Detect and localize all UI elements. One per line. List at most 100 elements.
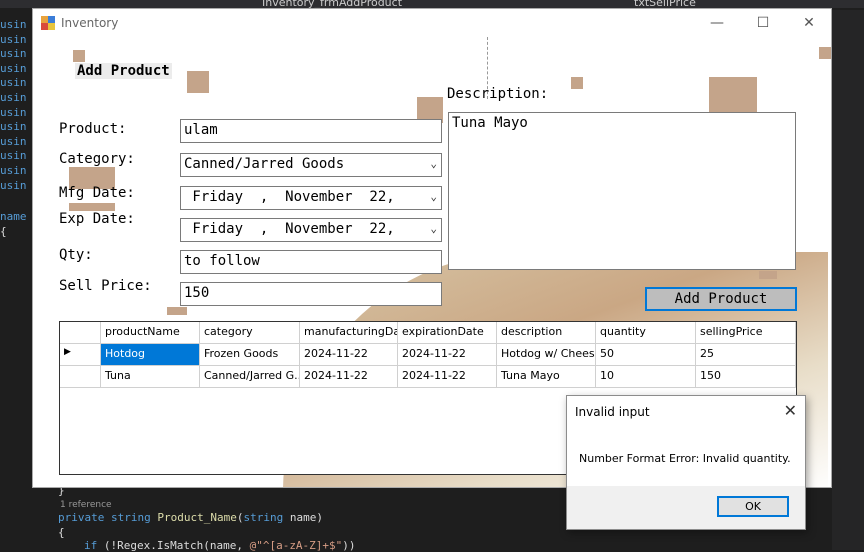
form-heading: Add Product xyxy=(75,63,172,79)
category-select[interactable]: Canned/Jarred Goods ⌄ xyxy=(180,153,442,177)
ide-code-bottom: } 1 reference private string Product_Nam… xyxy=(36,484,566,552)
code-method-name: Product_Name xyxy=(157,511,237,524)
sell-price-label: Sell Price: xyxy=(59,278,152,294)
grid-cell[interactable]: Tuna Mayo xyxy=(497,366,596,388)
code-line: usin xyxy=(0,105,27,119)
exp-date-picker[interactable]: Friday , November 22, ⌄ xyxy=(180,218,442,242)
ide-code-gutter: usin usin usin usin usin usin usin usin … xyxy=(0,18,36,193)
deco-square xyxy=(167,307,187,315)
column-header[interactable]: description xyxy=(497,322,596,344)
category-label: Category: xyxy=(59,151,135,167)
ok-button[interactable]: OK xyxy=(717,496,789,517)
code-line: usin xyxy=(0,134,27,148)
column-header[interactable]: sellingPrice xyxy=(696,322,796,344)
code-method-signature: private string Product_Name(string name) xyxy=(58,511,323,524)
code-line: usin xyxy=(0,178,27,192)
chevron-down-icon[interactable]: ⌄ xyxy=(430,157,437,170)
row-selector-icon[interactable]: ▶ xyxy=(60,344,101,366)
code-keyword: private xyxy=(58,511,105,524)
grid-cell[interactable]: 10 xyxy=(596,366,696,388)
dialog-message: Number Format Error: Invalid quantity. xyxy=(579,452,791,465)
window-title: Inventory xyxy=(61,16,119,30)
qty-label: Qty: xyxy=(59,247,93,263)
exp-date-value: Friday , November 22, xyxy=(184,221,395,237)
minimize-button[interactable]: — xyxy=(705,13,729,33)
column-header[interactable]: manufacturingDate xyxy=(300,322,398,344)
row-selector[interactable] xyxy=(60,366,101,388)
dialog-close-icon[interactable]: ✕ xyxy=(784,401,797,420)
deco-square xyxy=(709,77,757,113)
deco-square xyxy=(759,271,777,279)
grid-cell[interactable]: Hotdog w/ Cheese xyxy=(497,344,596,366)
grid-cell[interactable]: 2024-11-22 xyxy=(300,366,398,388)
app-icon xyxy=(41,16,55,30)
description-textarea[interactable]: Tuna Mayo xyxy=(448,112,796,270)
code-line: usin xyxy=(0,76,27,90)
code-keyword: string xyxy=(243,511,284,524)
product-input[interactable]: ulam xyxy=(180,119,442,143)
grid-cell[interactable]: Tuna xyxy=(101,366,200,388)
maximize-button[interactable]: ☐ xyxy=(751,13,775,33)
code-line: usin xyxy=(0,149,27,163)
code-pattern: @"^[a-zA-Z]+$" xyxy=(249,539,343,552)
table-row[interactable]: Tuna Canned/Jarred G... 2024-11-22 2024-… xyxy=(60,366,796,388)
code-param: name) xyxy=(289,511,323,524)
column-header[interactable]: productName xyxy=(101,322,200,344)
sell-price-input[interactable]: 150 xyxy=(180,282,442,306)
dialog-title: Invalid input xyxy=(575,405,650,419)
table-row[interactable]: ▶ Hotdog Frozen Goods 2024-11-22 2024-11… xyxy=(60,344,796,366)
product-label: Product: xyxy=(59,121,127,137)
column-header[interactable]: expirationDate xyxy=(398,322,497,344)
ide-topbar: Inventory_frmAddProduct txtSellPrice xyxy=(0,0,864,9)
description-label: Description: xyxy=(447,86,549,102)
mfg-date-value: Friday , November 22, xyxy=(184,189,395,205)
grid-cell[interactable]: 25 xyxy=(696,344,796,366)
deco-square xyxy=(819,47,831,59)
qty-input[interactable]: to follow xyxy=(180,250,442,274)
grid-header-row: productName category manufacturingDate e… xyxy=(60,322,796,344)
code-keyword: string xyxy=(110,511,151,524)
code-brace: { xyxy=(0,225,7,238)
grid-cell[interactable]: Frozen Goods xyxy=(200,344,300,366)
exp-date-label: Exp Date: xyxy=(59,211,135,227)
ide-right-panel xyxy=(832,10,864,550)
title-bar[interactable]: Inventory — ☐ ✕ xyxy=(33,9,831,37)
chevron-down-icon[interactable]: ⌄ xyxy=(430,190,437,203)
invalid-input-dialog: Invalid input ✕ Number Format Error: Inv… xyxy=(566,395,806,530)
grid-cell[interactable]: Hotdog xyxy=(101,344,200,366)
code-close: )) xyxy=(342,539,356,552)
mfg-date-label: Mfg Date: xyxy=(59,185,135,201)
code-line: usin xyxy=(0,18,27,31)
grid-cell[interactable]: 2024-11-22 xyxy=(398,366,497,388)
code-line: usin xyxy=(0,32,27,46)
grid-corner xyxy=(60,322,101,344)
chevron-down-icon[interactable]: ⌄ xyxy=(430,222,437,235)
code-if-line: if (!Regex.IsMatch(name, @"^[a-zA-Z]+$")… xyxy=(84,539,356,552)
code-line: usin xyxy=(0,47,27,61)
grid-cell[interactable]: 2024-11-22 xyxy=(398,344,497,366)
category-select-value: Canned/Jarred Goods xyxy=(184,156,345,172)
deco-square xyxy=(187,71,209,93)
grid-cell[interactable]: 50 xyxy=(596,344,696,366)
grid-cell[interactable]: 150 xyxy=(696,366,796,388)
grid-cell[interactable]: Canned/Jarred G... xyxy=(200,366,300,388)
deco-square xyxy=(571,77,583,89)
code-line: usin xyxy=(0,163,27,177)
code-line: usin xyxy=(0,120,27,134)
code-keyword: if xyxy=(84,539,98,552)
add-product-button[interactable]: Add Product xyxy=(645,287,797,311)
column-header[interactable]: category xyxy=(200,322,300,344)
mfg-date-picker[interactable]: Friday , November 22, ⌄ xyxy=(180,186,442,210)
dialog-footer: OK xyxy=(567,486,805,529)
code-line: usin xyxy=(0,90,27,104)
close-button[interactable]: ✕ xyxy=(797,13,821,33)
deco-square xyxy=(73,50,85,62)
column-header[interactable]: quantity xyxy=(596,322,696,344)
code-namespace-keyword: name xyxy=(0,210,27,223)
code-open-brace: { xyxy=(58,526,65,539)
code-line: usin xyxy=(0,61,27,75)
grid-cell[interactable]: 2024-11-22 xyxy=(300,344,398,366)
deco-square xyxy=(69,203,115,211)
code-regex-call: (!Regex.IsMatch(name, xyxy=(103,539,250,552)
code-reference-count[interactable]: 1 reference xyxy=(60,500,112,510)
